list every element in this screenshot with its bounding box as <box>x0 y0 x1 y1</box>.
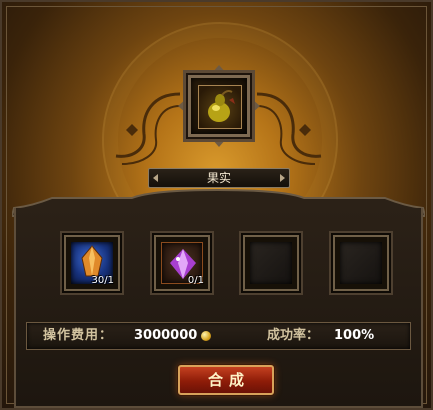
success-rate-label: 成功率： <box>267 328 320 343</box>
result-item-slot[interactable] <box>188 75 250 137</box>
material-slot-3-empty <box>250 242 292 284</box>
cost-value: 3000000 <box>134 328 198 343</box>
synthesis-panel: 果实 30/1 0/1 操作费用： 3000000 成功率： 100% 合成 <box>0 0 433 410</box>
right-filigree-ornament <box>256 92 322 165</box>
left-filigree-ornament <box>115 92 181 165</box>
fruit-icon <box>208 90 235 122</box>
material-slot-3[interactable] <box>243 235 299 291</box>
result-item-frame <box>198 85 242 129</box>
result-item-name: 果实 <box>206 171 231 185</box>
material-slot-1-count: 30/1 <box>91 275 114 286</box>
material-slot-2-count: 0/1 <box>187 275 204 286</box>
material-slot-2[interactable]: 0/1 <box>154 235 210 291</box>
material-slot-4[interactable] <box>333 235 389 291</box>
plate-right-cap <box>280 174 285 182</box>
gold-coin-icon <box>201 331 211 341</box>
material-slot-1[interactable]: 30/1 <box>64 235 120 291</box>
cost-info-bar: 操作费用： 3000000 成功率： 100% <box>26 322 411 350</box>
success-rate-value: 100% <box>334 328 375 343</box>
synthesize-button[interactable]: 合成 <box>178 365 274 395</box>
cost-label: 操作费用： <box>43 328 114 343</box>
material-slot-4-empty <box>340 242 382 284</box>
plate-left-cap <box>153 174 158 182</box>
result-item-name-plate: 果实 <box>148 168 290 188</box>
